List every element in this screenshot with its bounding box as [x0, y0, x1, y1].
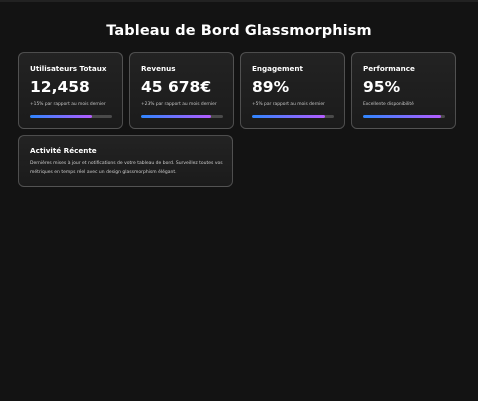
progress-bar — [141, 115, 223, 118]
stat-card-subtitle: +23% par rapport au mois dernier — [141, 102, 217, 107]
stat-card-value: 45 678€ — [141, 78, 212, 96]
progress-bar — [252, 115, 334, 118]
activity-title: Activité Récente — [30, 146, 97, 155]
stat-card-engagement: Engagement 89% +5% par rapport au mois d… — [240, 52, 345, 129]
stat-card-title: Revenus — [141, 64, 176, 73]
stat-card-subtitle: +5% par rapport au mois dernier — [252, 102, 325, 107]
stat-card-value: 95% — [363, 78, 401, 96]
stat-card-value: 89% — [252, 78, 290, 96]
progress-bar-fill — [363, 115, 441, 118]
stat-card-subtitle: +15% par rapport au mois dernier — [30, 102, 106, 107]
stat-card-value: 12,458 — [30, 78, 90, 96]
stat-card-revenue: Revenus 45 678€ +23% par rapport au mois… — [129, 52, 234, 129]
stat-card-performance: Performance 95% Excellente disponibilité — [351, 52, 456, 129]
stat-card-title: Engagement — [252, 64, 303, 73]
top-border — [0, 0, 478, 2]
stat-card-users: Utilisateurs Totaux 12,458 +15% par rapp… — [18, 52, 123, 129]
activity-description: Dernières mises à jour et notifications … — [30, 161, 223, 175]
stat-card-title: Performance — [363, 64, 415, 73]
progress-bar-fill — [30, 115, 92, 118]
progress-bar-fill — [141, 115, 211, 118]
stat-card-title: Utilisateurs Totaux — [30, 64, 107, 73]
page-title: Tableau de Bord Glassmorphism — [106, 23, 372, 39]
stat-card-subtitle: Excellente disponibilité — [363, 102, 414, 107]
progress-bar — [30, 115, 112, 118]
progress-bar — [363, 115, 445, 118]
recent-activity-card: Activité Récente Dernières mises à jour … — [18, 135, 233, 187]
progress-bar-fill — [252, 115, 325, 118]
